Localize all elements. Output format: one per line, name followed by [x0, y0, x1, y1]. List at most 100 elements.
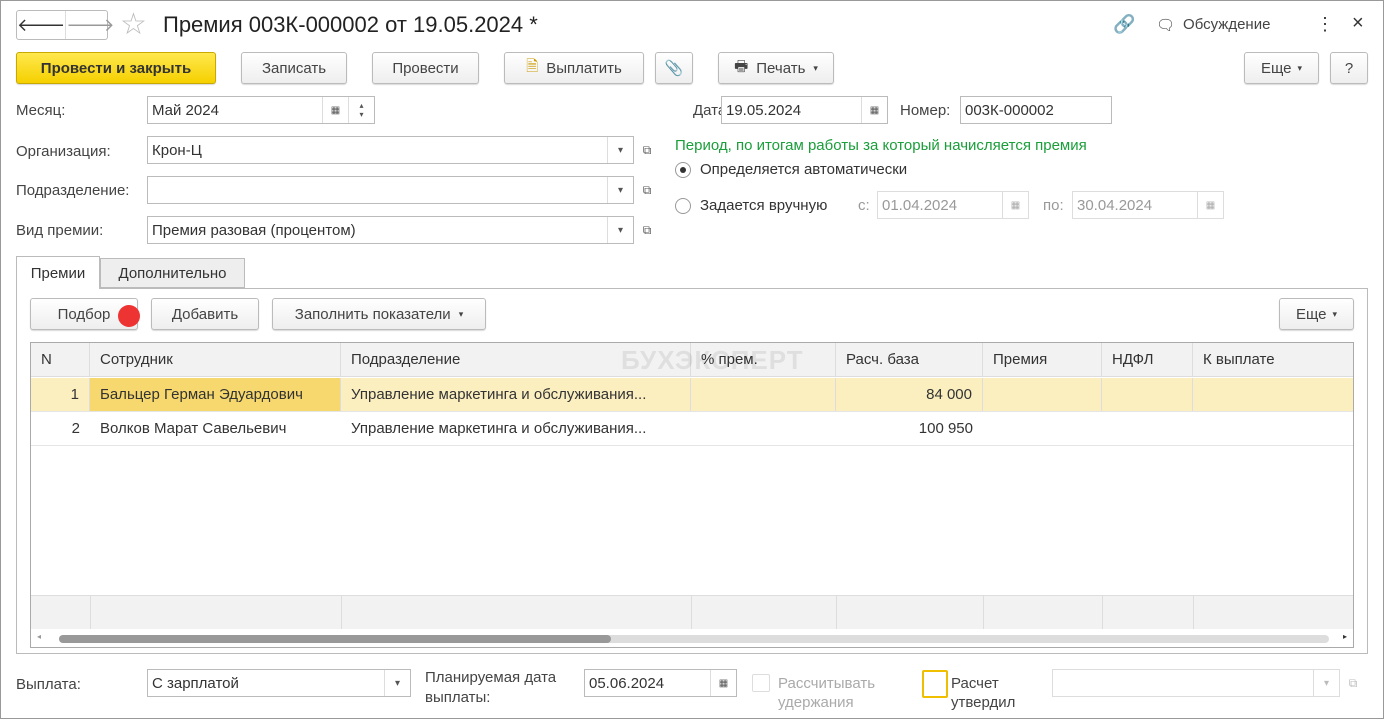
chat-icon: 🗨 [1156, 17, 1176, 34]
chevron-down-icon: ▾ [458, 308, 464, 319]
cell-dept: Управление маркетинга и обслуживания... [341, 378, 691, 411]
print-button[interactable]: 🖶 Печать ▾ [718, 52, 834, 84]
scroll-right-icon[interactable]: ▸ [1343, 632, 1347, 641]
cell-n: 1 [31, 378, 90, 411]
col-base[interactable]: Расч. база [836, 343, 983, 376]
number-label: Номер: [900, 102, 951, 119]
cell-dept: Управление маркетинга и обслуживания... [351, 420, 647, 437]
chevron-down-icon[interactable]: ▾ [607, 177, 633, 203]
month-stepper[interactable]: ▴ ▾ [348, 97, 374, 123]
more-menu-icon[interactable]: ⋮ [1316, 14, 1334, 35]
to-date-field[interactable]: 30.04.2024 ▦ [1072, 191, 1224, 219]
planned-date-label: Планируемая дата выплаты: [425, 669, 557, 706]
radio-checked [675, 162, 691, 178]
pay-button[interactable]: 🗎 Выплатить [504, 52, 644, 84]
back-icon[interactable]: 🡐 [17, 11, 67, 39]
payment-field[interactable]: С зарплатой ▾ [147, 669, 411, 697]
cell-base: 100 950 [918, 420, 973, 437]
col-n[interactable]: N [31, 343, 90, 376]
col-payable[interactable]: К выплате [1193, 343, 1353, 376]
open-icon[interactable]: ⧉ [1341, 669, 1365, 697]
attach-button[interactable]: 📎 [655, 52, 693, 84]
close-icon[interactable]: × [1352, 12, 1364, 35]
scrollbar-thumb[interactable] [59, 635, 611, 643]
cell-ndfl [1102, 412, 1193, 445]
cell-percent [691, 378, 836, 411]
cell-percent [691, 412, 836, 445]
chevron-down-icon[interactable]: ▾ [1313, 670, 1339, 696]
cell-bonus [983, 378, 1102, 411]
save-button[interactable]: Записать [241, 52, 347, 84]
calc-deductions-label: Рассчитывать удержания [778, 675, 876, 711]
window-title: Премия 003К-000002 от 19.05.2024 * [163, 12, 538, 37]
calendar-icon[interactable]: ▦ [1197, 192, 1223, 218]
cell-base: 84 000 [836, 378, 983, 411]
org-field[interactable]: Крон-Ц ▾ [147, 136, 634, 164]
from-label: с: [858, 197, 870, 214]
cell-payable [1193, 378, 1353, 411]
nav-buttons: 🡐 🡒 [16, 10, 115, 40]
calendar-icon[interactable]: ▦ [861, 97, 887, 123]
chevron-down-icon[interactable]: ▾ [607, 137, 633, 163]
col-bonus[interactable]: Премия [983, 343, 1102, 376]
org-label: Организация: [16, 143, 111, 160]
cell-employee: Волков Марат Савельевич [100, 420, 287, 437]
table-footer [31, 595, 1353, 629]
open-icon[interactable]: ⧉ [635, 176, 659, 204]
tab-additional[interactable]: Дополнительно [100, 258, 245, 288]
month-field[interactable]: Май 2024 ▦ ▴ ▾ [147, 96, 375, 124]
tab-bonuses[interactable]: Премии [16, 256, 100, 289]
calendar-icon[interactable]: ▦ [1002, 192, 1028, 218]
from-date-field[interactable]: 01.04.2024 ▦ [877, 191, 1029, 219]
more-button[interactable]: Еще ▾ [1244, 52, 1319, 84]
chevron-down-icon: ▾ [813, 62, 818, 73]
forward-icon[interactable]: 🡒 [66, 11, 114, 39]
printer-icon: 🖶 [734, 57, 749, 75]
approved-label: Расчет утвердил [951, 675, 1016, 711]
discussion-button[interactable]: 🗨 Обсуждение [1156, 16, 1270, 34]
link-icon[interactable]: 🔗 [1113, 14, 1135, 35]
radio-auto[interactable]: Определяется автоматически [675, 161, 945, 179]
fill-indicators-button[interactable]: Заполнить показатели ▾ [272, 298, 486, 330]
help-button[interactable]: ? [1330, 52, 1368, 84]
horizontal-scrollbar[interactable]: ◂ ▸ [31, 629, 1353, 647]
cell-payable [1193, 412, 1353, 445]
table-row[interactable]: 2 Волков Марат Савельевич Управление мар… [31, 412, 1353, 446]
payment-label: Выплата: [16, 676, 81, 693]
open-icon[interactable]: ⧉ [635, 136, 659, 164]
chevron-down-icon[interactable]: ▾ [607, 217, 633, 243]
dept-field[interactable]: ▾ [147, 176, 634, 204]
to-label: по: [1043, 197, 1064, 214]
calendar-icon[interactable]: ▦ [710, 670, 736, 696]
approved-checkbox[interactable] [922, 670, 948, 698]
month-label: Месяц: [16, 102, 66, 119]
radio-manual[interactable]: Задается вручную [675, 197, 855, 215]
approver-field[interactable]: ▾ [1052, 669, 1340, 697]
bonus-table: N Сотрудник Подразделение % прем. Расч. … [30, 342, 1354, 648]
period-title: Период, по итогам работы за который начи… [675, 137, 1087, 154]
watermark: БУХЭКСПЕРТ [621, 345, 804, 375]
calendar-icon[interactable]: ▦ [322, 97, 348, 123]
table-more-button[interactable]: Еще ▾ [1279, 298, 1354, 330]
post-and-close-button[interactable]: Провести и закрыть [16, 52, 216, 84]
scroll-left-icon[interactable]: ◂ [37, 632, 41, 641]
calc-deductions-checkbox[interactable] [752, 674, 770, 692]
bonus-type-field[interactable]: Премия разовая (процентом) ▾ [147, 216, 634, 244]
favorite-star-icon[interactable]: ☆ [120, 7, 147, 42]
number-field[interactable]: 003К-000002 [960, 96, 1112, 124]
table-row[interactable]: 1 Бальцер Герман Эдуардович Управление м… [31, 378, 1353, 412]
chevron-down-icon: ▾ [1297, 62, 1303, 73]
col-employee[interactable]: Сотрудник [90, 343, 341, 376]
paperclip-icon: 📎 [664, 60, 684, 77]
post-button[interactable]: Провести [372, 52, 479, 84]
chevron-down-icon[interactable]: ▾ [384, 670, 410, 696]
col-ndfl[interactable]: НДФЛ [1102, 343, 1193, 376]
radio-unchecked [675, 198, 691, 214]
cell-ndfl [1102, 378, 1193, 411]
date-field[interactable]: 19.05.2024 ▦ [721, 96, 888, 124]
planned-date-field[interactable]: 05.06.2024 ▦ [584, 669, 737, 697]
pay-doc-icon: 🗎 [526, 57, 539, 75]
add-button[interactable]: Добавить [151, 298, 259, 330]
open-icon[interactable]: ⧉ [635, 216, 659, 244]
type-label: Вид премии: [16, 222, 104, 239]
